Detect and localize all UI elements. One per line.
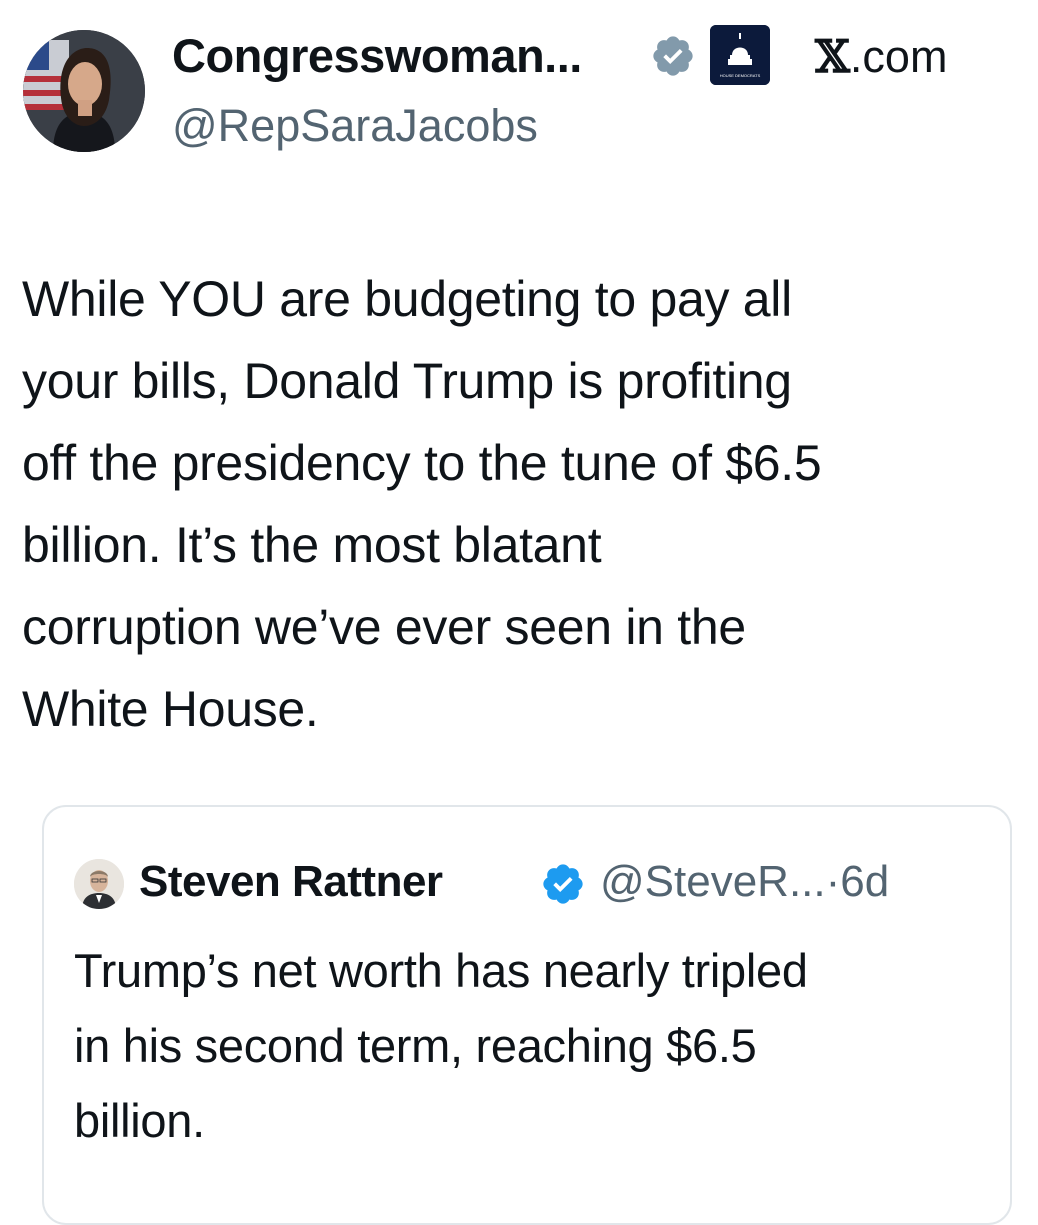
author-handle[interactable]: @RepSaraJacobs (172, 100, 538, 152)
tweet-text: While YOU are budgeting to pay all your … (22, 258, 1022, 750)
quoted-text-line: in his second term, reaching $6.5 (74, 1019, 757, 1072)
meta-separator: · (825, 857, 841, 906)
quoted-author-handle[interactable]: @SteveR... (600, 857, 826, 906)
quoted-author-avatar[interactable] (74, 859, 124, 909)
quoted-author-display-name[interactable]: Steven Rattner (139, 857, 443, 907)
affiliation-logo-text: HOUSE DEMOCRATS (720, 73, 761, 78)
quoted-tweet-text: Trump’s net worth has nearly tripled in … (74, 933, 1004, 1158)
quoted-author-meta: @SteveR...·6d (600, 857, 889, 907)
house-democrats-logo[interactable]: HOUSE DEMOCRATS (710, 25, 770, 85)
tweet-age[interactable]: 6d (840, 857, 889, 906)
tweet-text-line: your bills, Donald Trump is profiting (22, 353, 792, 409)
verified-badge-blue-icon (543, 864, 583, 904)
tweet-text-line: White House. (22, 681, 319, 737)
platform-label: 𝕏.com (815, 30, 947, 83)
quoted-tweet-card[interactable]: Steven Rattner @SteveR...·6d Trump’s net… (42, 805, 1012, 1225)
tweet-text-line: corruption we’ve ever seen in the (22, 599, 746, 655)
tweet-header: Congresswoman... HOUSE DEMOCRATS 𝕏.com @… (0, 0, 1038, 180)
quoted-text-line: Trump’s net worth has nearly tripled (74, 944, 808, 997)
verified-badge-gray-icon (653, 36, 693, 76)
tweet-text-line: While YOU are budgeting to pay all (22, 271, 792, 327)
author-display-name[interactable]: Congresswoman... (172, 28, 582, 83)
quoted-author-photo (74, 859, 124, 909)
platform-domain: .com (849, 31, 948, 82)
author-photo (23, 30, 145, 152)
tweet-text-line: billion. It’s the most blatant (22, 517, 602, 573)
author-avatar[interactable] (23, 30, 145, 152)
x-logo-icon: 𝕏 (815, 30, 850, 83)
capitol-dome-icon: HOUSE DEMOCRATS (710, 25, 770, 85)
tweet-text-line: off the presidency to the tune of $6.5 (22, 435, 822, 491)
quoted-text-line: billion. (74, 1094, 205, 1147)
